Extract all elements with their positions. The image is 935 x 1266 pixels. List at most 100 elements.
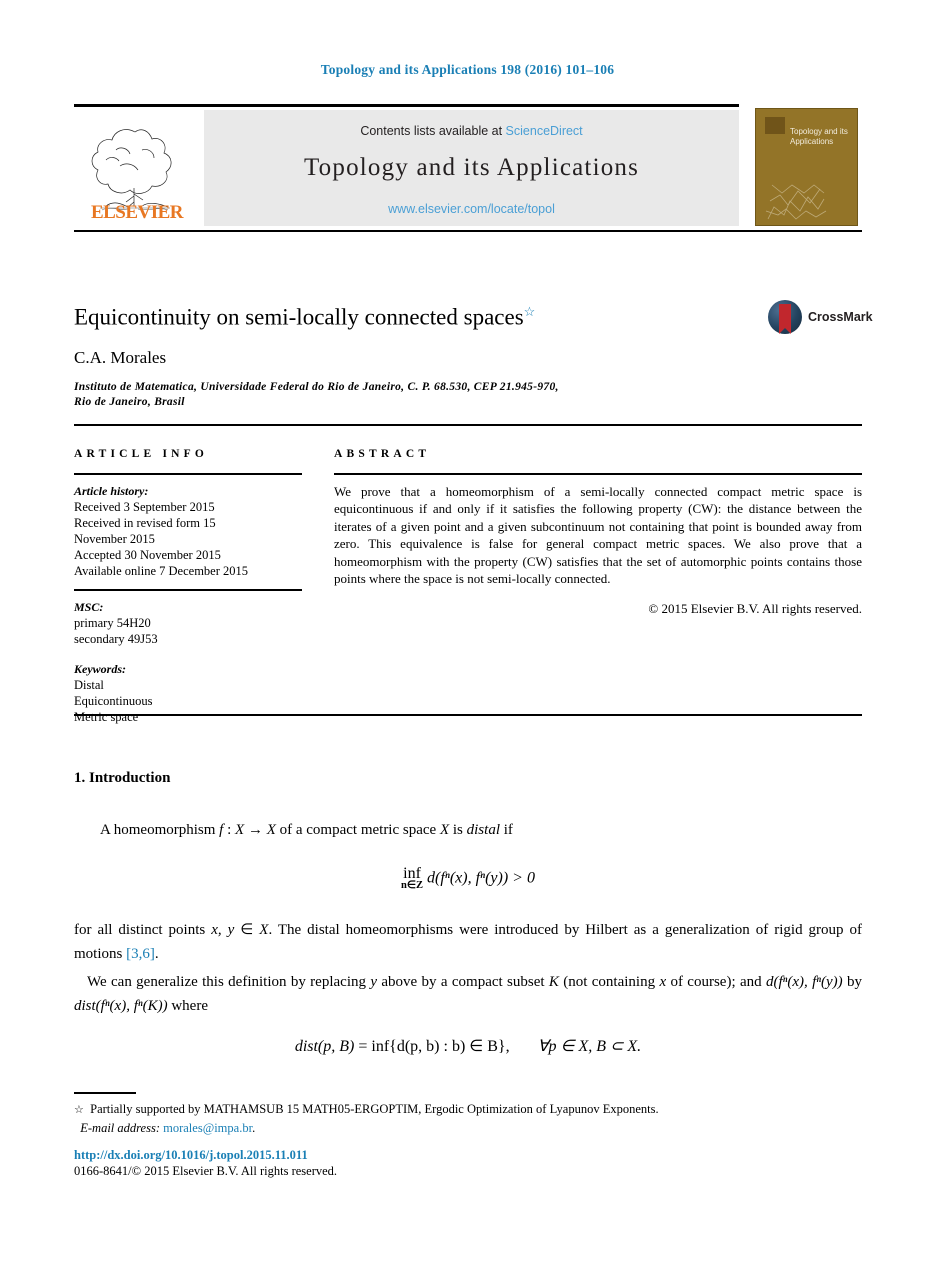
msc-label: MSC: <box>74 600 104 614</box>
para1-text-a: A homeomorphism <box>100 822 220 838</box>
article-title-text: Equicontinuity on semi-locally connected… <box>74 304 524 330</box>
page-title: Equicontinuity on semi-locally connected… <box>74 298 714 332</box>
cover-title: Topology and its Applications <box>790 127 848 146</box>
abstract-copyright: © 2015 Elsevier B.V. All rights reserved… <box>648 601 862 617</box>
para3-text-c: (not containing <box>558 974 660 990</box>
footnote-block: ☆ Partially supported by MATHAMSUB 15 MA… <box>74 1100 862 1137</box>
article-info-rule <box>74 473 302 475</box>
para3-text-b: above by a compact subset <box>377 974 549 990</box>
keyword-item: Equicontinuous <box>74 694 153 708</box>
msc-line: secondary 49J53 <box>74 632 158 646</box>
article-info-heading: ARTICLE INFO <box>74 448 209 460</box>
journal-masthead: ELSEVIER Contents lists available at Sci… <box>74 104 862 232</box>
footnote-funding-text: Partially supported by MATHAMSUB 15 MATH… <box>90 1102 659 1116</box>
author-email-link[interactable]: morales@impa.br <box>163 1121 252 1135</box>
body-paragraph-2: for all distinct points x, y ∈ X. The di… <box>74 918 862 966</box>
para1-text-d: is <box>449 822 467 838</box>
doi-link[interactable]: http://dx.doi.org/10.1016/j.topol.2015.1… <box>74 1148 308 1163</box>
abstract-body: We prove that a homeomorphism of a semi-… <box>334 484 862 587</box>
equation2-equals: = <box>354 1038 372 1055</box>
msc-rule <box>74 589 302 591</box>
display-equation-2: dist(p, B) = inf{d(p, b) : b) ∈ B}, ∀p ∈… <box>74 1036 862 1056</box>
keywords-label: Keywords: <box>74 662 126 676</box>
history-line: Received in revised form 15 <box>74 516 216 530</box>
para3-text-d: of course); and <box>666 974 766 990</box>
history-line: Received 3 September 2015 <box>74 500 215 514</box>
history-line: November 2015 <box>74 532 155 546</box>
crossmark-badge[interactable]: CrossMark <box>768 300 873 336</box>
info-section-top-rule <box>74 424 862 426</box>
contents-available-text: Contents lists available at ScienceDirec… <box>204 124 739 138</box>
paper-page: Topology and its Applications 198 (2016)… <box>0 0 935 1266</box>
crossmark-label: CrossMark <box>808 310 873 324</box>
abstract-column: ABSTRACT We prove that a homeomorphism o… <box>334 448 862 617</box>
para3-text-f: by <box>842 974 862 990</box>
running-head: Topology and its Applications 198 (2016)… <box>320 62 615 77</box>
equation1-inf-subscript: n∈Z <box>401 880 424 891</box>
article-info-column: ARTICLE INFO Article history: Received 3… <box>74 448 302 725</box>
sciencedirect-band: Contents lists available at ScienceDirec… <box>204 110 739 226</box>
issn-copyright-line: 0166-8641/© 2015 Elsevier B.V. All right… <box>74 1164 338 1178</box>
para1-arrow: → <box>244 822 267 838</box>
crossmark-bookmark-icon <box>779 304 791 334</box>
masthead-bottom-rule <box>74 230 862 232</box>
author-name: C.A. Morales <box>74 348 167 367</box>
equation1-inf-operator: inf n∈Z <box>401 866 423 892</box>
footnote-star-icon: ☆ <box>74 1104 84 1116</box>
abstract-heading: ABSTRACT <box>334 448 431 460</box>
footnote-email-period: . <box>252 1121 256 1135</box>
cover-elsevier-mark-icon <box>765 117 785 134</box>
para3-text-h: where <box>167 998 208 1014</box>
para2-period: . <box>154 946 159 962</box>
footnote-email-label: E-mail address: <box>80 1121 160 1135</box>
para1-text-e: if <box>499 822 513 838</box>
para3-symbol-k: K <box>548 974 559 990</box>
masthead-top-rule <box>74 104 739 107</box>
affiliation-line-2: Rio de Janeiro, Brasil <box>74 396 185 408</box>
sciencedirect-link[interactable]: ScienceDirect <box>506 124 583 138</box>
display-equation-1: inf n∈Z d(fⁿ(x), fⁿ(y)) > 0 <box>74 866 862 892</box>
abstract-rule <box>334 473 862 475</box>
para1-text-b: : <box>223 822 236 838</box>
keyword-item: Distal <box>74 678 104 692</box>
para2-text-a: for all distinct points <box>74 922 212 938</box>
history-line: Accepted 30 November 2015 <box>74 548 221 562</box>
para2-membership: ∈ <box>234 922 260 938</box>
history-line: Available online 7 December 2015 <box>74 564 249 578</box>
para3-symbol-y: y <box>370 974 378 990</box>
elsevier-wordmark: ELSEVIER <box>90 202 184 223</box>
article-history-label: Article history: <box>74 484 149 498</box>
para3-expr-d: d(fⁿ(x), fⁿ(y)) <box>765 974 843 990</box>
para1-symbol-x3: X <box>439 822 450 838</box>
body-paragraph-1: A homeomorphism f : X → X of a compact m… <box>74 818 862 842</box>
msc-line: primary 54H20 <box>74 616 151 630</box>
citation-link[interactable]: [3,6] <box>126 946 155 962</box>
body-paragraph-3: We can generalize this definition by rep… <box>74 970 862 1018</box>
para1-symbol-x1: X <box>235 822 245 838</box>
para3-expr-dist: dist(fⁿ(x), fⁿ(K)) <box>74 998 168 1014</box>
journal-cover-thumbnail: Topology and its Applications <box>755 108 858 226</box>
equation2-lhs: dist(p, B) <box>294 1038 355 1055</box>
footnote-rule <box>74 1092 136 1094</box>
crossmark-circle-icon <box>768 300 802 334</box>
para1-symbol-x2: X <box>266 822 276 838</box>
journal-url-link[interactable]: www.elsevier.com/locate/topol <box>204 202 739 216</box>
elsevier-logo: ELSEVIER <box>76 110 194 226</box>
affiliation-line-1: Instituto de Matematica, Universidade Fe… <box>74 381 559 393</box>
journal-title: Topology and its Applications <box>303 154 640 181</box>
title-footnote-marker-icon[interactable]: ☆ <box>524 304 536 319</box>
equation2-rhs: inf{d(p, b) : b) ∈ B}, <box>371 1038 510 1055</box>
author-affiliation: Instituto de Matematica, Universidade Fe… <box>74 380 714 410</box>
equation1-distance-symbol: d <box>427 869 436 887</box>
keyword-item: Metric space <box>74 710 139 724</box>
para2-symbols-xy: x, y <box>211 922 235 938</box>
para1-text-c: of a compact metric space <box>275 822 440 838</box>
equation1-expression: (fⁿ(x), fⁿ(y)) > 0 <box>435 869 535 887</box>
contents-prefix: Contents lists available at <box>360 124 506 138</box>
equation2-quantifier: ∀p ∈ X, B ⊂ X. <box>537 1038 642 1055</box>
cover-artwork <box>765 184 827 220</box>
para1-term-distal: distal <box>466 822 500 838</box>
section-heading-introduction: 1. Introduction <box>74 770 171 786</box>
para3-text-a: We can generalize this definition by rep… <box>87 974 371 990</box>
